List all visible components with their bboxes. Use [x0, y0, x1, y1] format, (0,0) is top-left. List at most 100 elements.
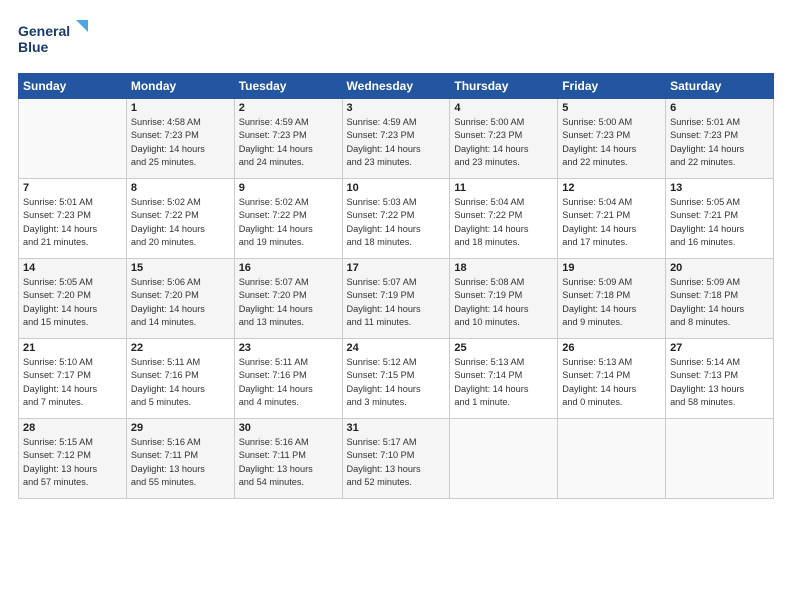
day-number: 1	[131, 102, 230, 114]
calendar-week-row: 14 Sunrise: 5:05 AM Sunset: 7:20 PM Dayli…	[19, 259, 774, 339]
day-info: Sunrise: 5:00 AM Sunset: 7:23 PM Dayligh…	[454, 116, 553, 169]
calendar-day-cell	[666, 419, 774, 499]
day-info: Sunrise: 5:17 AM Sunset: 7:10 PM Dayligh…	[347, 436, 446, 489]
day-info: Sunrise: 4:58 AM Sunset: 7:23 PM Dayligh…	[131, 116, 230, 169]
day-info: Sunrise: 4:59 AM Sunset: 7:23 PM Dayligh…	[239, 116, 338, 169]
calendar-body: 1 Sunrise: 4:58 AM Sunset: 7:23 PM Daylig…	[19, 99, 774, 499]
day-number: 25	[454, 342, 553, 354]
calendar-header: General Blue	[18, 18, 774, 63]
day-info: Sunrise: 5:05 AM Sunset: 7:21 PM Dayligh…	[670, 196, 769, 249]
day-info: Sunrise: 5:03 AM Sunset: 7:22 PM Dayligh…	[347, 196, 446, 249]
calendar-day-cell: 19 Sunrise: 5:09 AM Sunset: 7:18 PM Dayli…	[558, 259, 666, 339]
day-info: Sunrise: 5:09 AM Sunset: 7:18 PM Dayligh…	[562, 276, 661, 329]
calendar-table: SundayMondayTuesdayWednesdayThursdayFrid…	[18, 73, 774, 499]
day-info: Sunrise: 5:05 AM Sunset: 7:20 PM Dayligh…	[23, 276, 122, 329]
calendar-day-cell: 16 Sunrise: 5:07 AM Sunset: 7:20 PM Dayli…	[234, 259, 342, 339]
calendar-day-cell: 5 Sunrise: 5:00 AM Sunset: 7:23 PM Daylig…	[558, 99, 666, 179]
day-number: 3	[347, 102, 446, 114]
logo-svg: General Blue	[18, 18, 88, 63]
day-info: Sunrise: 5:11 AM Sunset: 7:16 PM Dayligh…	[131, 356, 230, 409]
calendar-week-row: 7 Sunrise: 5:01 AM Sunset: 7:23 PM Daylig…	[19, 179, 774, 259]
day-info: Sunrise: 4:59 AM Sunset: 7:23 PM Dayligh…	[347, 116, 446, 169]
day-info: Sunrise: 5:11 AM Sunset: 7:16 PM Dayligh…	[239, 356, 338, 409]
calendar-day-cell: 1 Sunrise: 4:58 AM Sunset: 7:23 PM Daylig…	[126, 99, 234, 179]
day-number: 17	[347, 262, 446, 274]
calendar-day-cell: 11 Sunrise: 5:04 AM Sunset: 7:22 PM Dayli…	[450, 179, 558, 259]
calendar-day-cell: 30 Sunrise: 5:16 AM Sunset: 7:11 PM Dayli…	[234, 419, 342, 499]
calendar-day-cell: 2 Sunrise: 4:59 AM Sunset: 7:23 PM Daylig…	[234, 99, 342, 179]
day-number: 12	[562, 182, 661, 194]
calendar-day-cell	[19, 99, 127, 179]
calendar-day-cell: 24 Sunrise: 5:12 AM Sunset: 7:15 PM Dayli…	[342, 339, 450, 419]
day-info: Sunrise: 5:01 AM Sunset: 7:23 PM Dayligh…	[23, 196, 122, 249]
day-number: 15	[131, 262, 230, 274]
day-info: Sunrise: 5:16 AM Sunset: 7:11 PM Dayligh…	[239, 436, 338, 489]
calendar-day-cell: 10Sunrise: 5:03 AM Sunset: 7:22 PM Dayli…	[342, 179, 450, 259]
calendar-day-cell: 8 Sunrise: 5:02 AM Sunset: 7:22 PM Daylig…	[126, 179, 234, 259]
day-info: Sunrise: 5:06 AM Sunset: 7:20 PM Dayligh…	[131, 276, 230, 329]
day-number: 11	[454, 182, 553, 194]
day-number: 26	[562, 342, 661, 354]
calendar-day-cell: 29 Sunrise: 5:16 AM Sunset: 7:11 PM Dayli…	[126, 419, 234, 499]
day-number: 5	[562, 102, 661, 114]
day-info: Sunrise: 5:04 AM Sunset: 7:22 PM Dayligh…	[454, 196, 553, 249]
calendar-day-cell: 31 Sunrise: 5:17 AM Sunset: 7:10 PM Dayli…	[342, 419, 450, 499]
calendar-day-cell: 20Sunrise: 5:09 AM Sunset: 7:18 PM Dayli…	[666, 259, 774, 339]
day-info: Sunrise: 5:02 AM Sunset: 7:22 PM Dayligh…	[239, 196, 338, 249]
day-info: Sunrise: 5:00 AM Sunset: 7:23 PM Dayligh…	[562, 116, 661, 169]
day-info: Sunrise: 5:12 AM Sunset: 7:15 PM Dayligh…	[347, 356, 446, 409]
day-info: Sunrise: 5:13 AM Sunset: 7:14 PM Dayligh…	[454, 356, 553, 409]
calendar-day-cell: 28 Sunrise: 5:15 AM Sunset: 7:12 PM Dayli…	[19, 419, 127, 499]
weekday-header-row: SundayMondayTuesdayWednesdayThursdayFrid…	[19, 74, 774, 99]
day-info: Sunrise: 5:13 AM Sunset: 7:14 PM Dayligh…	[562, 356, 661, 409]
day-info: Sunrise: 5:09 AM Sunset: 7:18 PM Dayligh…	[670, 276, 769, 329]
day-number: 31	[347, 422, 446, 434]
day-number: 14	[23, 262, 122, 274]
day-number: 16	[239, 262, 338, 274]
day-number: 23	[239, 342, 338, 354]
day-number: 29	[131, 422, 230, 434]
svg-text:General: General	[18, 23, 70, 39]
day-info: Sunrise: 5:08 AM Sunset: 7:19 PM Dayligh…	[454, 276, 553, 329]
day-number: 30	[239, 422, 338, 434]
calendar-day-cell: 21Sunrise: 5:10 AM Sunset: 7:17 PM Dayli…	[19, 339, 127, 419]
day-info: Sunrise: 5:15 AM Sunset: 7:12 PM Dayligh…	[23, 436, 122, 489]
day-info: Sunrise: 5:02 AM Sunset: 7:22 PM Dayligh…	[131, 196, 230, 249]
day-number: 21	[23, 342, 122, 354]
day-number: 8	[131, 182, 230, 194]
day-info: Sunrise: 5:01 AM Sunset: 7:23 PM Dayligh…	[670, 116, 769, 169]
day-number: 9	[239, 182, 338, 194]
day-info: Sunrise: 5:14 AM Sunset: 7:13 PM Dayligh…	[670, 356, 769, 409]
calendar-day-cell: 6 Sunrise: 5:01 AM Sunset: 7:23 PM Daylig…	[666, 99, 774, 179]
day-number: 6	[670, 102, 769, 114]
calendar-day-cell: 3 Sunrise: 4:59 AM Sunset: 7:23 PM Daylig…	[342, 99, 450, 179]
day-number: 7	[23, 182, 122, 194]
day-number: 24	[347, 342, 446, 354]
day-info: Sunrise: 5:04 AM Sunset: 7:21 PM Dayligh…	[562, 196, 661, 249]
day-number: 19	[562, 262, 661, 274]
day-number: 2	[239, 102, 338, 114]
calendar-week-row: 1 Sunrise: 4:58 AM Sunset: 7:23 PM Daylig…	[19, 99, 774, 179]
calendar-day-cell: 12 Sunrise: 5:04 AM Sunset: 7:21 PM Dayli…	[558, 179, 666, 259]
day-number: 13	[670, 182, 769, 194]
day-info: Sunrise: 5:16 AM Sunset: 7:11 PM Dayligh…	[131, 436, 230, 489]
calendar-week-row: 21Sunrise: 5:10 AM Sunset: 7:17 PM Dayli…	[19, 339, 774, 419]
calendar-day-cell	[558, 419, 666, 499]
day-number: 27	[670, 342, 769, 354]
calendar-container: General Blue SundayMondayTuesdayWednesda…	[0, 0, 792, 509]
calendar-day-cell: 17Sunrise: 5:07 AM Sunset: 7:19 PM Dayli…	[342, 259, 450, 339]
weekday-header-cell: Sunday	[19, 74, 127, 99]
calendar-day-cell: 25 Sunrise: 5:13 AM Sunset: 7:14 PM Dayli…	[450, 339, 558, 419]
day-number: 28	[23, 422, 122, 434]
weekday-header-cell: Tuesday	[234, 74, 342, 99]
calendar-day-cell: 18Sunrise: 5:08 AM Sunset: 7:19 PM Dayli…	[450, 259, 558, 339]
day-info: Sunrise: 5:07 AM Sunset: 7:20 PM Dayligh…	[239, 276, 338, 329]
calendar-day-cell: 13 Sunrise: 5:05 AM Sunset: 7:21 PM Dayli…	[666, 179, 774, 259]
calendar-day-cell: 23 Sunrise: 5:11 AM Sunset: 7:16 PM Dayli…	[234, 339, 342, 419]
calendar-day-cell: 22Sunrise: 5:11 AM Sunset: 7:16 PM Dayli…	[126, 339, 234, 419]
weekday-header-cell: Monday	[126, 74, 234, 99]
weekday-header-cell: Thursday	[450, 74, 558, 99]
calendar-day-cell	[450, 419, 558, 499]
weekday-header-cell: Wednesday	[342, 74, 450, 99]
calendar-day-cell: 7 Sunrise: 5:01 AM Sunset: 7:23 PM Daylig…	[19, 179, 127, 259]
